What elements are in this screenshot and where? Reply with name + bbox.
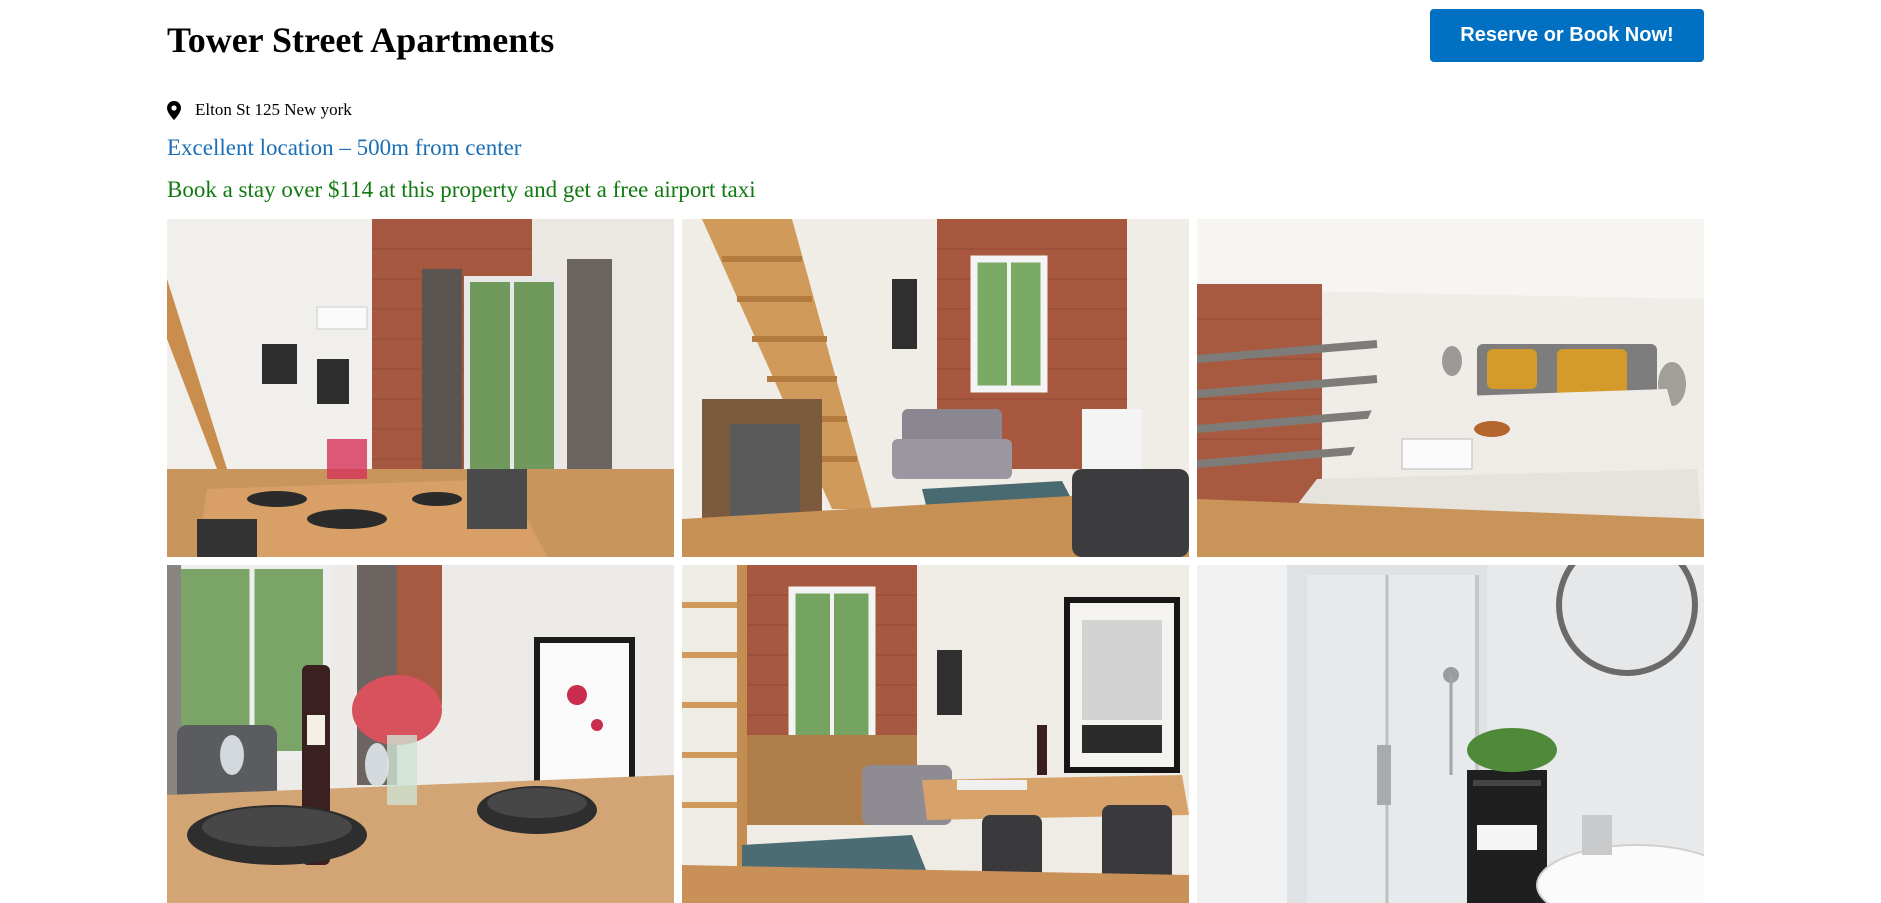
dining-room-photo[interactable] xyxy=(167,219,674,557)
address-row: Elton St 125 New york xyxy=(167,99,352,121)
promo-note: Book a stay over $114 at this property a… xyxy=(167,177,756,202)
photo-gallery xyxy=(167,219,1704,903)
living-dining-photo[interactable] xyxy=(682,565,1189,903)
location-note: Excellent location – 500m from center xyxy=(167,135,522,160)
loft-bedroom-photo[interactable] xyxy=(1197,219,1704,557)
reserve-book-button[interactable]: Reserve or Book Now! xyxy=(1430,9,1704,62)
page-title: Tower Street Apartments xyxy=(167,20,555,60)
map-pin-icon xyxy=(167,100,181,120)
address-text: Elton St 125 New york xyxy=(195,100,352,119)
bathroom-photo[interactable] xyxy=(1197,565,1704,903)
living-room-stairs-photo[interactable] xyxy=(682,219,1189,557)
dining-table-closeup-photo[interactable] xyxy=(167,565,674,903)
